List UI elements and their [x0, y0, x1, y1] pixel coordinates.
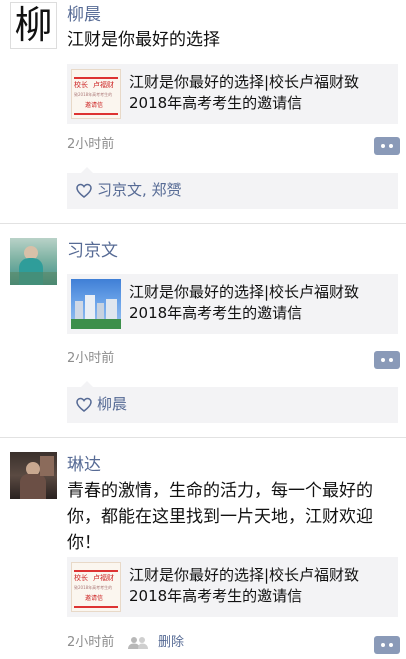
card-title: 江财是你最好的选择|校长卢福财致2018年高考考生的邀请信 — [129, 283, 360, 322]
card-thumbnail: 校长 卢福财 致2018年高考考生的 邀请信 — [71, 69, 121, 119]
shared-link-card[interactable]: 校长 卢福财 致2018年高考考生的 邀请信 江财是你最好的选择|校长卢福财致2… — [67, 64, 398, 124]
author-name[interactable]: 琳达 — [67, 454, 101, 476]
thumb-text-1b: 卢福财 — [93, 81, 114, 89]
thumb-text-2: 致2018年高考考生的 — [74, 92, 113, 97]
post-time: 2小时前 — [67, 635, 115, 650]
author-name[interactable]: 柳晨 — [67, 4, 101, 26]
avatar[interactable]: 柳 — [10, 2, 57, 49]
likes-names[interactable]: 习京文, 郑赟 — [97, 180, 182, 201]
card-thumbnail: 校长 卢福财 致2018年高考考生的 邀请信 — [71, 562, 121, 612]
card-title: 江财是你最好的选择|校长卢福财致2018年高考考生的邀请信 — [129, 566, 360, 605]
post-divider — [0, 437, 406, 438]
post-text: 江财是你最好的选择 — [67, 30, 220, 50]
post-time: 2小时前 — [67, 351, 115, 366]
people-icon — [128, 637, 148, 649]
card-thumbnail — [71, 279, 121, 329]
more-icon[interactable] — [374, 351, 400, 369]
thumb-text-2: 致2018年高考考生的 — [74, 585, 113, 590]
thumb-text-3: 邀请信 — [85, 595, 104, 602]
avatar[interactable] — [10, 452, 57, 499]
avatar-glyph: 柳 — [14, 3, 53, 47]
delete-link[interactable]: 删除 — [158, 634, 184, 652]
likes-names[interactable]: 柳晨 — [97, 394, 127, 415]
likes-bar: 习京文, 郑赟 — [67, 167, 398, 209]
heart-icon — [76, 183, 92, 198]
author-name[interactable]: 习京文 — [67, 240, 118, 262]
shared-link-card[interactable]: 校长 卢福财 致2018年高考考生的 邀请信 江财是你最好的选择|校长卢福财致2… — [67, 557, 398, 617]
more-icon[interactable] — [374, 137, 400, 155]
avatar[interactable] — [10, 238, 57, 285]
thumb-text-3: 邀请信 — [85, 102, 104, 109]
card-title: 江财是你最好的选择|校长卢福财致2018年高考考生的邀请信 — [129, 73, 360, 112]
thumb-text-1b: 卢福财 — [93, 574, 114, 582]
post-time: 2小时前 — [67, 137, 115, 152]
thumb-text-1a: 校长 — [74, 574, 88, 582]
post-divider — [0, 223, 406, 224]
more-icon[interactable] — [374, 636, 400, 654]
post-text: 青春的激情，生命的活力，每一个最好的你，都能在这里找到一片天地，江财欢迎你！ — [67, 481, 373, 553]
thumb-text-1a: 校长 — [74, 81, 88, 89]
heart-icon — [76, 397, 92, 412]
shared-link-card[interactable]: 江财是你最好的选择|校长卢福财致2018年高考考生的邀请信 — [67, 274, 398, 334]
likes-bar: 柳晨 — [67, 381, 398, 423]
